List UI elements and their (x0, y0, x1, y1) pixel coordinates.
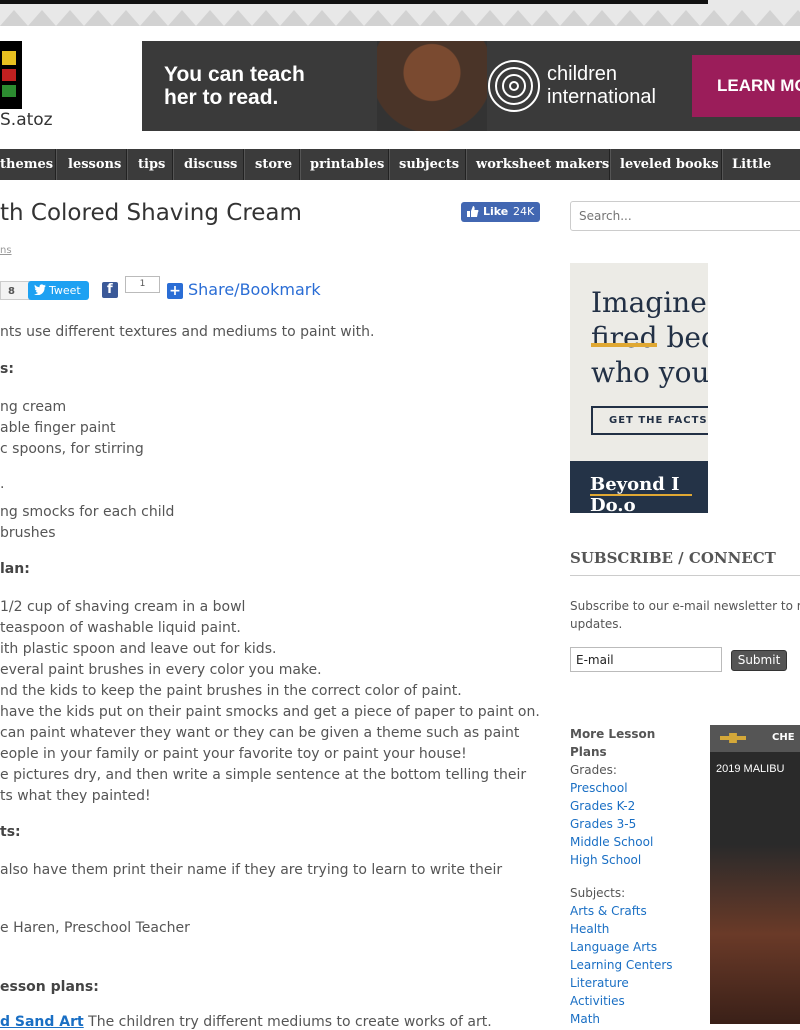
subject-link-language-arts[interactable]: Language Arts (570, 938, 700, 956)
subject-link-health[interactable]: Health (570, 920, 700, 938)
car-ad-brand: CHE (772, 732, 795, 743)
divider (570, 575, 800, 576)
facebook-like-button[interactable]: Like 24K (461, 202, 540, 222)
submit-button[interactable]: Submit (731, 650, 787, 671)
subject-link-activities[interactable]: Activities (570, 992, 700, 1010)
nav-item-printables[interactable]: printables (310, 149, 384, 180)
facebook-share-count: 1 (125, 276, 160, 293)
ad-brand: children international (547, 63, 656, 108)
children-international-logo-icon (488, 60, 540, 112)
list-item: everal paint brushes in every color you … (0, 662, 322, 678)
nav-item-little-giraffes[interactable]: Little Gira (732, 149, 800, 203)
list-item: 1/2 cup of shaving cream in a bowl (0, 599, 246, 615)
more-lesson-plans: More Lesson Plans Grades: Preschool Grade… (570, 725, 700, 1028)
author-credit: e Haren, Preschool Teacher (0, 920, 190, 936)
nav-item-discuss[interactable]: discuss (184, 149, 237, 180)
nav-item-leveled-books[interactable]: leveled books (620, 149, 719, 180)
nav-item-tips[interactable]: tips (138, 149, 165, 180)
materials-heading: s: (0, 361, 14, 377)
grade-link-middle-school[interactable]: Middle School (570, 833, 700, 851)
list-item: ith plastic spoon and leave out for kids… (0, 641, 277, 657)
plus-icon[interactable]: + (167, 283, 183, 299)
car-ad[interactable]: CHE 2019 MALIBU (710, 725, 800, 1024)
thumbs-up-icon (467, 206, 479, 217)
nav-item-worksheet-makers[interactable]: worksheet makers (476, 149, 609, 180)
list-item: c spoons, for stirring (0, 441, 144, 457)
list-item: have the kids put on their paint smocks … (0, 704, 540, 720)
more-heading: More Lesson Plans (570, 727, 656, 759)
plan-heading: lan: (0, 561, 30, 577)
list-item: eople in your family or paint your favor… (0, 746, 467, 762)
related-heading: esson plans: (0, 979, 99, 995)
subscribe-heading: SUBSCRIBE / CONNECT (570, 549, 776, 567)
related-link[interactable]: d Sand Art (0, 1014, 84, 1030)
twitter-bird-icon (34, 284, 46, 295)
email-field[interactable] (570, 647, 722, 672)
grade-link-k2[interactable]: Grades K-2 (570, 797, 700, 815)
related-item: d Sand Art The children try different me… (0, 1014, 492, 1030)
subject-link-learning-centers[interactable]: Learning Centers (570, 956, 700, 974)
share-bookmark-link[interactable]: Share/Bookmark (188, 280, 321, 299)
chevron-pattern (0, 10, 800, 26)
nav-item-themes[interactable]: themes (0, 149, 53, 180)
list-item: ng cream (0, 399, 67, 415)
page-title: th Colored Shaving Cream (0, 200, 302, 226)
nav-item-store[interactable]: store (255, 149, 292, 180)
site-logo[interactable] (0, 41, 22, 109)
car-ad-model: 2019 MALIBU (716, 763, 785, 775)
facebook-share-icon[interactable]: f (102, 282, 118, 298)
comment-text: also have them print their name if they … (0, 862, 503, 878)
grade-link-3-5[interactable]: Grades 3-5 (570, 815, 700, 833)
top-ad-banner[interactable]: You can teach her to read. children inte… (142, 41, 800, 131)
breadcrumb[interactable]: ns (0, 245, 12, 256)
subject-link-literature[interactable]: Literature (570, 974, 700, 992)
nav-item-lessons[interactable]: lessons (68, 149, 121, 180)
ad-headline: You can teach her to read. (164, 63, 305, 109)
nav-item-subjects[interactable]: subjects (399, 149, 459, 180)
ad-photo (377, 41, 487, 131)
article-intro: nts use different textures and mediums t… (0, 324, 375, 340)
subjects-label: Subjects: (570, 886, 626, 900)
like-count: 24K (513, 205, 535, 218)
subject-link-math[interactable]: Math (570, 1010, 700, 1028)
ad-learn-more-button[interactable]: LEARN MO (692, 55, 800, 117)
subject-link-arts-crafts[interactable]: Arts & Crafts (570, 902, 700, 920)
list-item: teaspoon of washable liquid paint. (0, 620, 241, 636)
grade-link-high-school[interactable]: High School (570, 851, 700, 869)
list-item: can paint whatever they want or they can… (0, 725, 520, 741)
grade-link-preschool[interactable]: Preschool (570, 779, 700, 797)
main-nav: themes lessons tips discuss store printa… (0, 149, 800, 203)
sidebar-ad-headline: Imagine fired bec who you (591, 286, 708, 389)
sidebar-ad[interactable]: Imagine fired bec who you GET THE FACTS … (570, 263, 708, 513)
grades-label: Grades: (570, 763, 617, 777)
search-input[interactable] (570, 201, 800, 231)
tweet-button[interactable]: Tweet (28, 281, 89, 300)
sidebar-ad-footer: Beyond I Do.o (570, 461, 708, 513)
list-item: brushes (0, 525, 56, 541)
site-logo-text[interactable]: S.atoz (0, 110, 53, 130)
subscribe-text: Subscribe to our e-mail newsletter to r … (570, 599, 800, 631)
list-item: able finger paint (0, 420, 116, 436)
top-decorative-strip (0, 0, 800, 26)
list-item: ng smocks for each child (0, 504, 175, 520)
list-item: nd the kids to keep the paint brushes in… (0, 683, 462, 699)
get-the-facts-button[interactable]: GET THE FACTS (591, 406, 708, 435)
list-item: . (0, 476, 5, 492)
list-item: e pictures dry, and then write a simple … (0, 767, 527, 783)
list-item: ts what they painted! (0, 788, 151, 804)
comments-heading: ts: (0, 824, 21, 840)
